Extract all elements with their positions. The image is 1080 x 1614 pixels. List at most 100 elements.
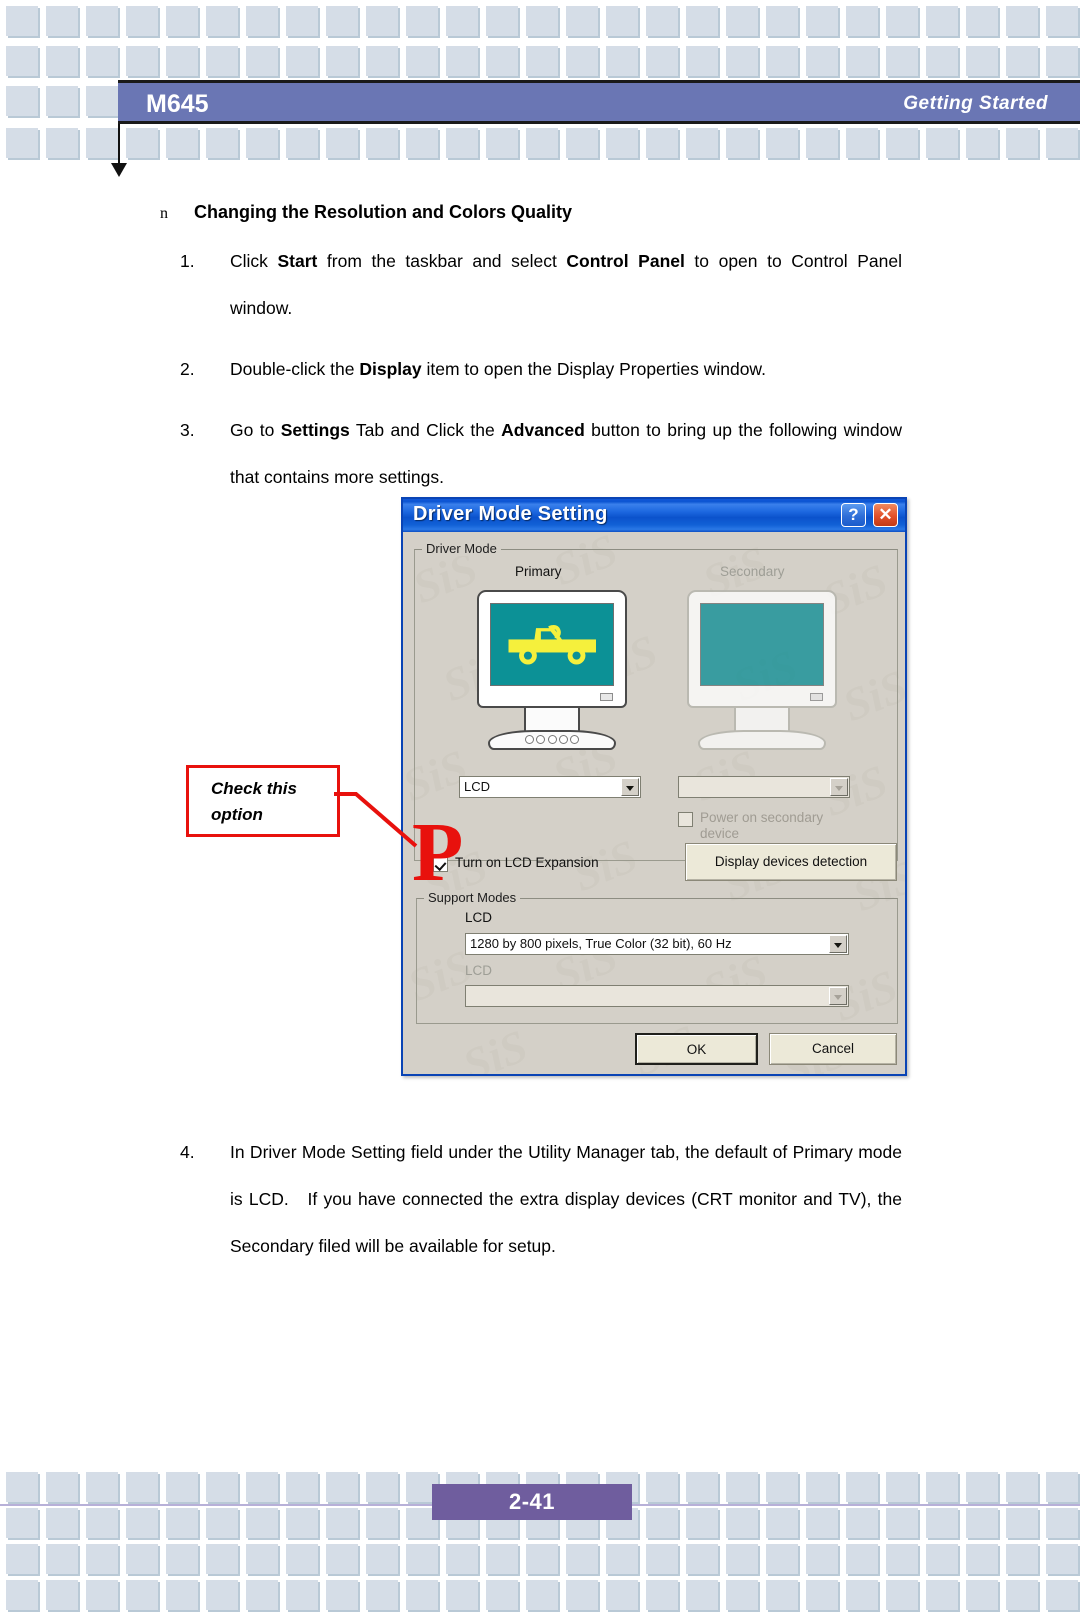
- decorative-tile: [86, 1580, 118, 1610]
- decorative-tile: [646, 46, 678, 76]
- decorative-tile: [926, 1544, 958, 1574]
- decorative-tile: [246, 1472, 278, 1502]
- decorative-tile: [446, 1544, 478, 1574]
- power-on-secondary-device-label: Power on secondary device: [700, 810, 824, 841]
- decorative-tile: [806, 1580, 838, 1610]
- decorative-tile: [766, 46, 798, 76]
- decorative-tile: [326, 46, 358, 76]
- decorative-tile: [486, 1580, 518, 1610]
- primary-monitor-base-dots: [525, 735, 579, 744]
- decorative-tile: [206, 128, 238, 158]
- decorative-tile: [606, 1544, 638, 1574]
- watermark-text: SiS: [455, 1019, 535, 1074]
- decorative-tile: [846, 1544, 878, 1574]
- decorative-tile: [6, 1508, 38, 1538]
- ok-button[interactable]: OK: [635, 1033, 758, 1065]
- page-header-bar: M645 Getting Started: [118, 80, 1080, 124]
- decorative-tile: [726, 128, 758, 158]
- decorative-tile: [486, 128, 518, 158]
- display-devices-detection-button[interactable]: Display devices detection: [685, 843, 897, 881]
- decorative-tile-band-top-4: [0, 126, 1080, 162]
- decorative-tile: [446, 46, 478, 76]
- decorative-tile: [6, 86, 38, 116]
- decorative-tile: [166, 46, 198, 76]
- decorative-tile: [766, 1544, 798, 1574]
- decorative-tile: [726, 6, 758, 36]
- decorative-tile: [286, 1580, 318, 1610]
- instruction-step: 1. Click Start from the taskbar and selec…: [0, 238, 1080, 332]
- decorative-tile: [6, 46, 38, 76]
- decorative-tile: [806, 1508, 838, 1538]
- instruction-step: 2. Double-click the Display item to open …: [0, 346, 1080, 393]
- decorative-tile: [126, 1508, 158, 1538]
- secondary-monitor-label: Secondary: [720, 564, 785, 579]
- decorative-tile: [46, 1580, 78, 1610]
- decorative-tile: [1046, 46, 1078, 76]
- heading-bullet-glyph: n: [160, 205, 168, 222]
- decorative-tile: [726, 1580, 758, 1610]
- decorative-tile: [1046, 1580, 1078, 1610]
- decorative-tile: [726, 46, 758, 76]
- decorative-tile: [806, 6, 838, 36]
- decorative-tile-band-bottom-4: [0, 1578, 1080, 1614]
- primary-monitor-illustration: [477, 590, 627, 752]
- decorative-tile: [366, 1580, 398, 1610]
- heading-text: Changing the Resolution and Colors Quali…: [194, 202, 573, 222]
- driver-mode-group: Driver Mode Primary Secondary LCD Power …: [414, 541, 898, 861]
- cancel-button[interactable]: Cancel: [769, 1033, 897, 1065]
- decorative-tile: [406, 6, 438, 36]
- decorative-tile: [326, 1580, 358, 1610]
- decorative-tile: [526, 1544, 558, 1574]
- decorative-tile: [166, 1508, 198, 1538]
- decorative-tile: [286, 1508, 318, 1538]
- decorative-tile: [366, 1472, 398, 1502]
- decorative-tile: [406, 46, 438, 76]
- decorative-tile: [646, 1544, 678, 1574]
- decorative-tile-band-bottom-3: [0, 1542, 1080, 1578]
- decorative-tile: [206, 1580, 238, 1610]
- decorative-tile: [46, 86, 78, 116]
- decorative-tile: [886, 6, 918, 36]
- primary-monitor-neck: [524, 708, 580, 732]
- decorative-tile: [806, 1472, 838, 1502]
- decorative-tile: [6, 1580, 38, 1610]
- decorative-tile-band-top-2: [0, 44, 1080, 80]
- secondary-device-combo: [678, 776, 850, 798]
- decorative-tile: [926, 46, 958, 76]
- help-icon[interactable]: ?: [841, 503, 866, 527]
- primary-device-combo[interactable]: LCD: [459, 776, 641, 798]
- decorative-tile: [126, 1472, 158, 1502]
- secondary-monitor-base: [698, 730, 826, 750]
- decorative-tile: [6, 1472, 38, 1502]
- turn-on-lcd-expansion-label: Turn on LCD Expansion: [455, 855, 599, 870]
- decorative-tile: [566, 1544, 598, 1574]
- decorative-tile: [486, 1544, 518, 1574]
- decorative-tile: [246, 1544, 278, 1574]
- step-text: Double-click the Display item to open th…: [230, 359, 766, 379]
- decorative-tile: [526, 46, 558, 76]
- chevron-down-icon[interactable]: [829, 935, 847, 953]
- chevron-down-icon[interactable]: [621, 778, 639, 796]
- lcd-mode-combo[interactable]: 1280 by 800 pixels, True Color (32 bit),…: [465, 933, 849, 955]
- primary-monitor-label: Primary: [515, 564, 562, 579]
- driver-mode-setting-dialog[interactable]: SiS SiS SiS SiS SiS SiS SiS SiS SiS SiS …: [401, 497, 907, 1076]
- decorative-tile: [846, 46, 878, 76]
- decorative-tile: [126, 128, 158, 158]
- decorative-tile: [326, 1508, 358, 1538]
- decorative-tile: [6, 128, 38, 158]
- decorative-tile: [366, 1508, 398, 1538]
- close-icon[interactable]: ✕: [873, 503, 898, 527]
- decorative-tile: [366, 46, 398, 76]
- decorative-tile: [246, 1508, 278, 1538]
- decorative-tile: [166, 6, 198, 36]
- decorative-tile: [846, 6, 878, 36]
- decorative-tile: [686, 128, 718, 158]
- decorative-tile: [286, 1472, 318, 1502]
- decorative-tile: [1006, 128, 1038, 158]
- decorative-tile: [86, 1472, 118, 1502]
- decorative-tile: [86, 128, 118, 158]
- decorative-tile: [926, 1508, 958, 1538]
- primary-device-combo-value: LCD: [464, 779, 491, 794]
- decorative-tile: [1046, 6, 1078, 36]
- decorative-tile: [886, 128, 918, 158]
